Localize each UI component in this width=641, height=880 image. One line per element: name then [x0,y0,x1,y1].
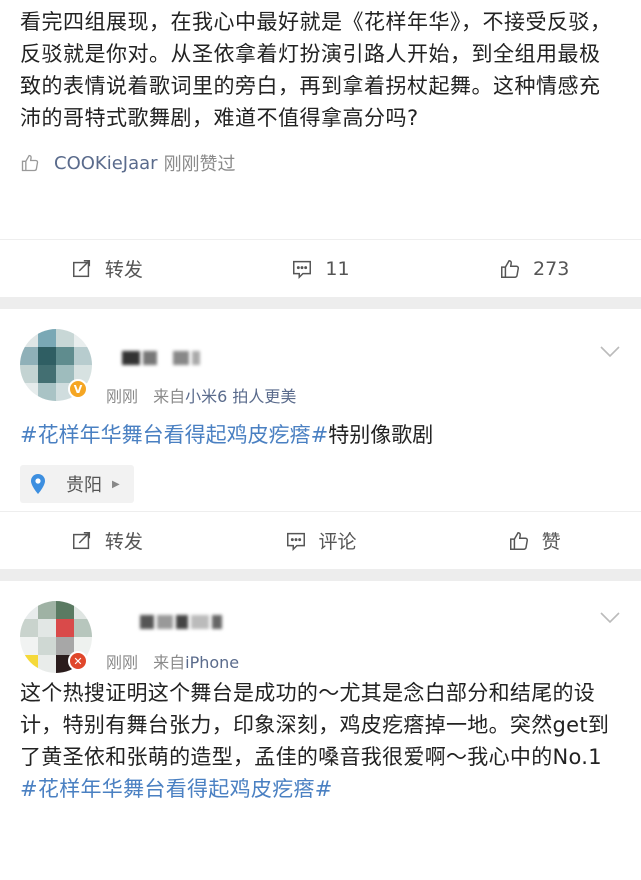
post-time: 刚刚 [106,387,139,406]
card-divider [0,297,641,309]
verified-badge-icon: V [68,379,88,399]
hashtag-link[interactable]: #花样年华舞台看得起鸡皮疙瘩# [20,777,333,801]
comment-count: 11 [325,257,350,280]
location-tag[interactable]: 贵阳 ▶ [20,465,134,503]
card-divider [0,569,641,581]
action-bar: 转发 评论 赞 [0,511,641,569]
comment-icon [286,532,305,551]
post-source[interactable]: iPhone [185,653,239,672]
comment-label: 评论 [318,531,357,553]
post-body-text: 这个热搜证明这个舞台是成功的～尤其是念白部分和结尾的设计，特别有舞台张力，印象深… [0,671,641,805]
action-bar: 转发 11 273 [0,239,641,297]
comment-icon [293,260,312,279]
like-button[interactable]: 273 [427,240,641,297]
post-body-text: #花样年华舞台看得起鸡皮疙瘩#特别像歌剧 [0,391,641,451]
like-count: 273 [533,257,570,280]
thumb-up-icon [21,154,39,172]
post-meta: 刚刚 来自小米6 拍人更美 [106,383,296,407]
repost-icon [72,531,90,549]
liked-username[interactable]: COOKieJaar [54,153,158,174]
location-label: 贵阳 [66,475,102,496]
username-blurred[interactable] [122,351,200,365]
from-prefix: 来自 [153,653,186,672]
post-card-2: V 刚刚 来自小米6 拍人更美 #花样年华舞台看得起鸡皮疙瘩#特别像歌剧 贵阳 … [0,309,641,569]
repost-label: 转发 [104,259,143,281]
like-button[interactable]: 赞 [427,512,641,569]
post-body-main: 这个热搜证明这个舞台是成功的～尤其是念白部分和结尾的设计，特别有舞台张力，印象深… [20,681,610,769]
username-blurred[interactable] [140,615,222,629]
repost-icon [72,259,90,277]
repost-button[interactable]: 转发 [0,512,214,569]
repost-label: 转发 [104,531,143,553]
comment-button[interactable]: 11 [214,240,428,297]
liked-by-row: COOKieJaar 刚刚赞过 [0,148,641,178]
thumb-up-icon [509,531,528,550]
location-pin-icon [31,474,45,494]
comment-button[interactable]: 评论 [214,512,428,569]
post-time: 刚刚 [106,653,139,672]
post-card-3: ✕ 刚刚 来自iPhone 这个热搜证明这个舞台是成功的～尤其是念白部分和结尾的… [0,581,641,880]
post-body-text: 看完四组展现，在我心中最好就是《花样年华》，不接受反驳，反驳就是你对。从圣依拿着… [20,10,612,130]
verified-badge-icon: ✕ [68,651,88,671]
chevron-down-icon[interactable] [599,345,621,359]
chevron-down-icon[interactable] [599,611,621,625]
liked-suffix: 刚刚赞过 [163,154,236,175]
post-body-tail: 特别像歌剧 [328,423,434,447]
like-label: 赞 [541,531,561,553]
thumb-up-icon [501,259,520,278]
from-prefix: 来自 [153,387,186,406]
post-header: ✕ 刚刚 来自iPhone [0,581,641,673]
post-meta: 刚刚 来自iPhone [106,649,239,673]
post-header: V 刚刚 来自小米6 拍人更美 [0,309,641,406]
post-card-1: 看完四组展现，在我心中最好就是《花样年华》，不接受反驳，反驳就是你对。从圣依拿着… [0,0,641,297]
post-source[interactable]: 小米6 拍人更美 [185,387,296,406]
repost-button[interactable]: 转发 [0,240,214,297]
caret-right-icon: ▶ [112,478,120,490]
hashtag-link[interactable]: #花样年华舞台看得起鸡皮疙瘩# [20,423,328,447]
